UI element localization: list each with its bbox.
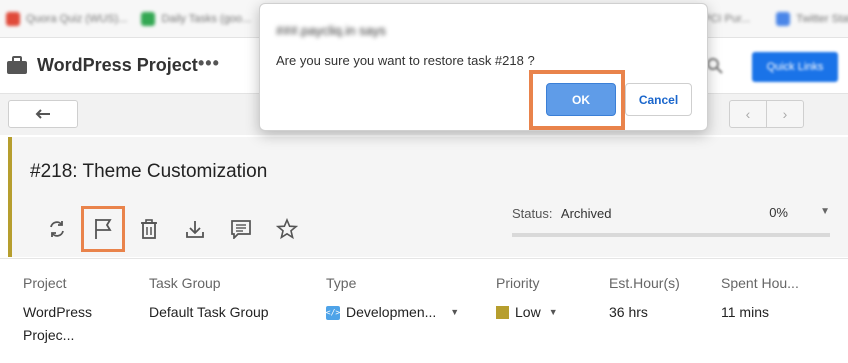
project-title: WordPress Project bbox=[37, 55, 198, 75]
task-details: Project WordPress Projec... Task Group D… bbox=[0, 258, 848, 363]
detail-header: Priority bbox=[496, 275, 540, 291]
flag-icon[interactable] bbox=[81, 206, 125, 252]
search-icon[interactable] bbox=[706, 57, 724, 80]
detail-task-group: Task Group Default Task Group bbox=[149, 275, 269, 324]
refresh-icon[interactable] bbox=[34, 214, 80, 244]
task-card: #218: Theme Customization Status: Archiv… bbox=[8, 137, 848, 257]
detail-header: Task Group bbox=[149, 275, 221, 291]
status-area: Status: Archived 0% ▼ bbox=[512, 205, 830, 237]
detail-header: Est.Hour(s) bbox=[609, 275, 680, 291]
detail-priority: Priority Low ▼ bbox=[496, 275, 558, 324]
bookmark-item[interactable]: Quora Quiz (WUS)... bbox=[6, 11, 127, 26]
confirm-dialog: ###.paycliq.in says Are you sure you wan… bbox=[259, 3, 708, 131]
detail-header: Spent Hou... bbox=[721, 275, 799, 291]
detail-project: Project WordPress Projec... bbox=[23, 275, 92, 347]
trash-icon[interactable] bbox=[126, 214, 172, 244]
bookmark-item[interactable]: Twitter Stat... bbox=[776, 11, 848, 26]
detail-est-hours: Est.Hour(s) 36 hrs bbox=[609, 275, 680, 324]
dialog-origin: ###.paycliq.in says bbox=[276, 23, 386, 38]
back-button[interactable] bbox=[8, 100, 78, 128]
chevron-down-icon: ▼ bbox=[548, 307, 558, 317]
progress-percent[interactable]: 0% bbox=[769, 205, 788, 220]
detail-header: Type bbox=[326, 275, 357, 291]
task-actions bbox=[34, 206, 310, 252]
status-label: Status: bbox=[512, 206, 553, 221]
star-icon[interactable] bbox=[264, 214, 310, 244]
prev-button[interactable]: ‹ bbox=[730, 101, 767, 127]
chevron-down-icon: ▼ bbox=[450, 307, 460, 317]
code-icon: </> bbox=[326, 305, 340, 320]
detail-value: 36 hrs bbox=[609, 304, 648, 320]
task-title: #218: Theme Customization bbox=[30, 161, 268, 182]
briefcase-icon bbox=[6, 56, 28, 80]
bookmark-item[interactable]: Daily Tasks (goo... bbox=[141, 11, 251, 26]
status-value: Archived bbox=[560, 206, 612, 221]
detail-value: Default Task Group bbox=[149, 304, 269, 320]
detail-spent-hours: Spent Hou... 11 mins bbox=[721, 275, 799, 324]
priority-select[interactable]: Low ▼ bbox=[496, 301, 558, 324]
dialog-message: Are you sure you want to restore task #2… bbox=[276, 53, 535, 68]
more-options-icon[interactable]: ••• bbox=[198, 53, 220, 74]
type-select[interactable]: </> Developmen... ▼ bbox=[326, 301, 459, 324]
priority-color-swatch bbox=[496, 306, 509, 319]
bookmark-icon bbox=[6, 11, 20, 26]
cancel-button[interactable]: Cancel bbox=[625, 83, 692, 116]
back-arrow-icon bbox=[35, 109, 50, 119]
ok-button[interactable]: OK bbox=[546, 83, 616, 116]
detail-type: Type </> Developmen... ▼ bbox=[326, 275, 459, 324]
progress-bar bbox=[512, 233, 830, 237]
detail-value: 11 mins bbox=[721, 304, 769, 320]
detail-header: Project bbox=[23, 275, 67, 291]
pager: ‹ › bbox=[729, 100, 804, 128]
chevron-down-icon[interactable]: ▼ bbox=[820, 206, 830, 217]
detail-value[interactable]: WordPress Projec... bbox=[23, 301, 92, 347]
next-button[interactable]: › bbox=[767, 101, 803, 127]
bookmark-icon bbox=[141, 11, 156, 26]
comment-icon[interactable] bbox=[218, 214, 264, 244]
bookmark-icon bbox=[776, 11, 791, 26]
download-icon[interactable] bbox=[172, 214, 218, 244]
quick-links-button[interactable]: Quick Links bbox=[752, 52, 838, 82]
